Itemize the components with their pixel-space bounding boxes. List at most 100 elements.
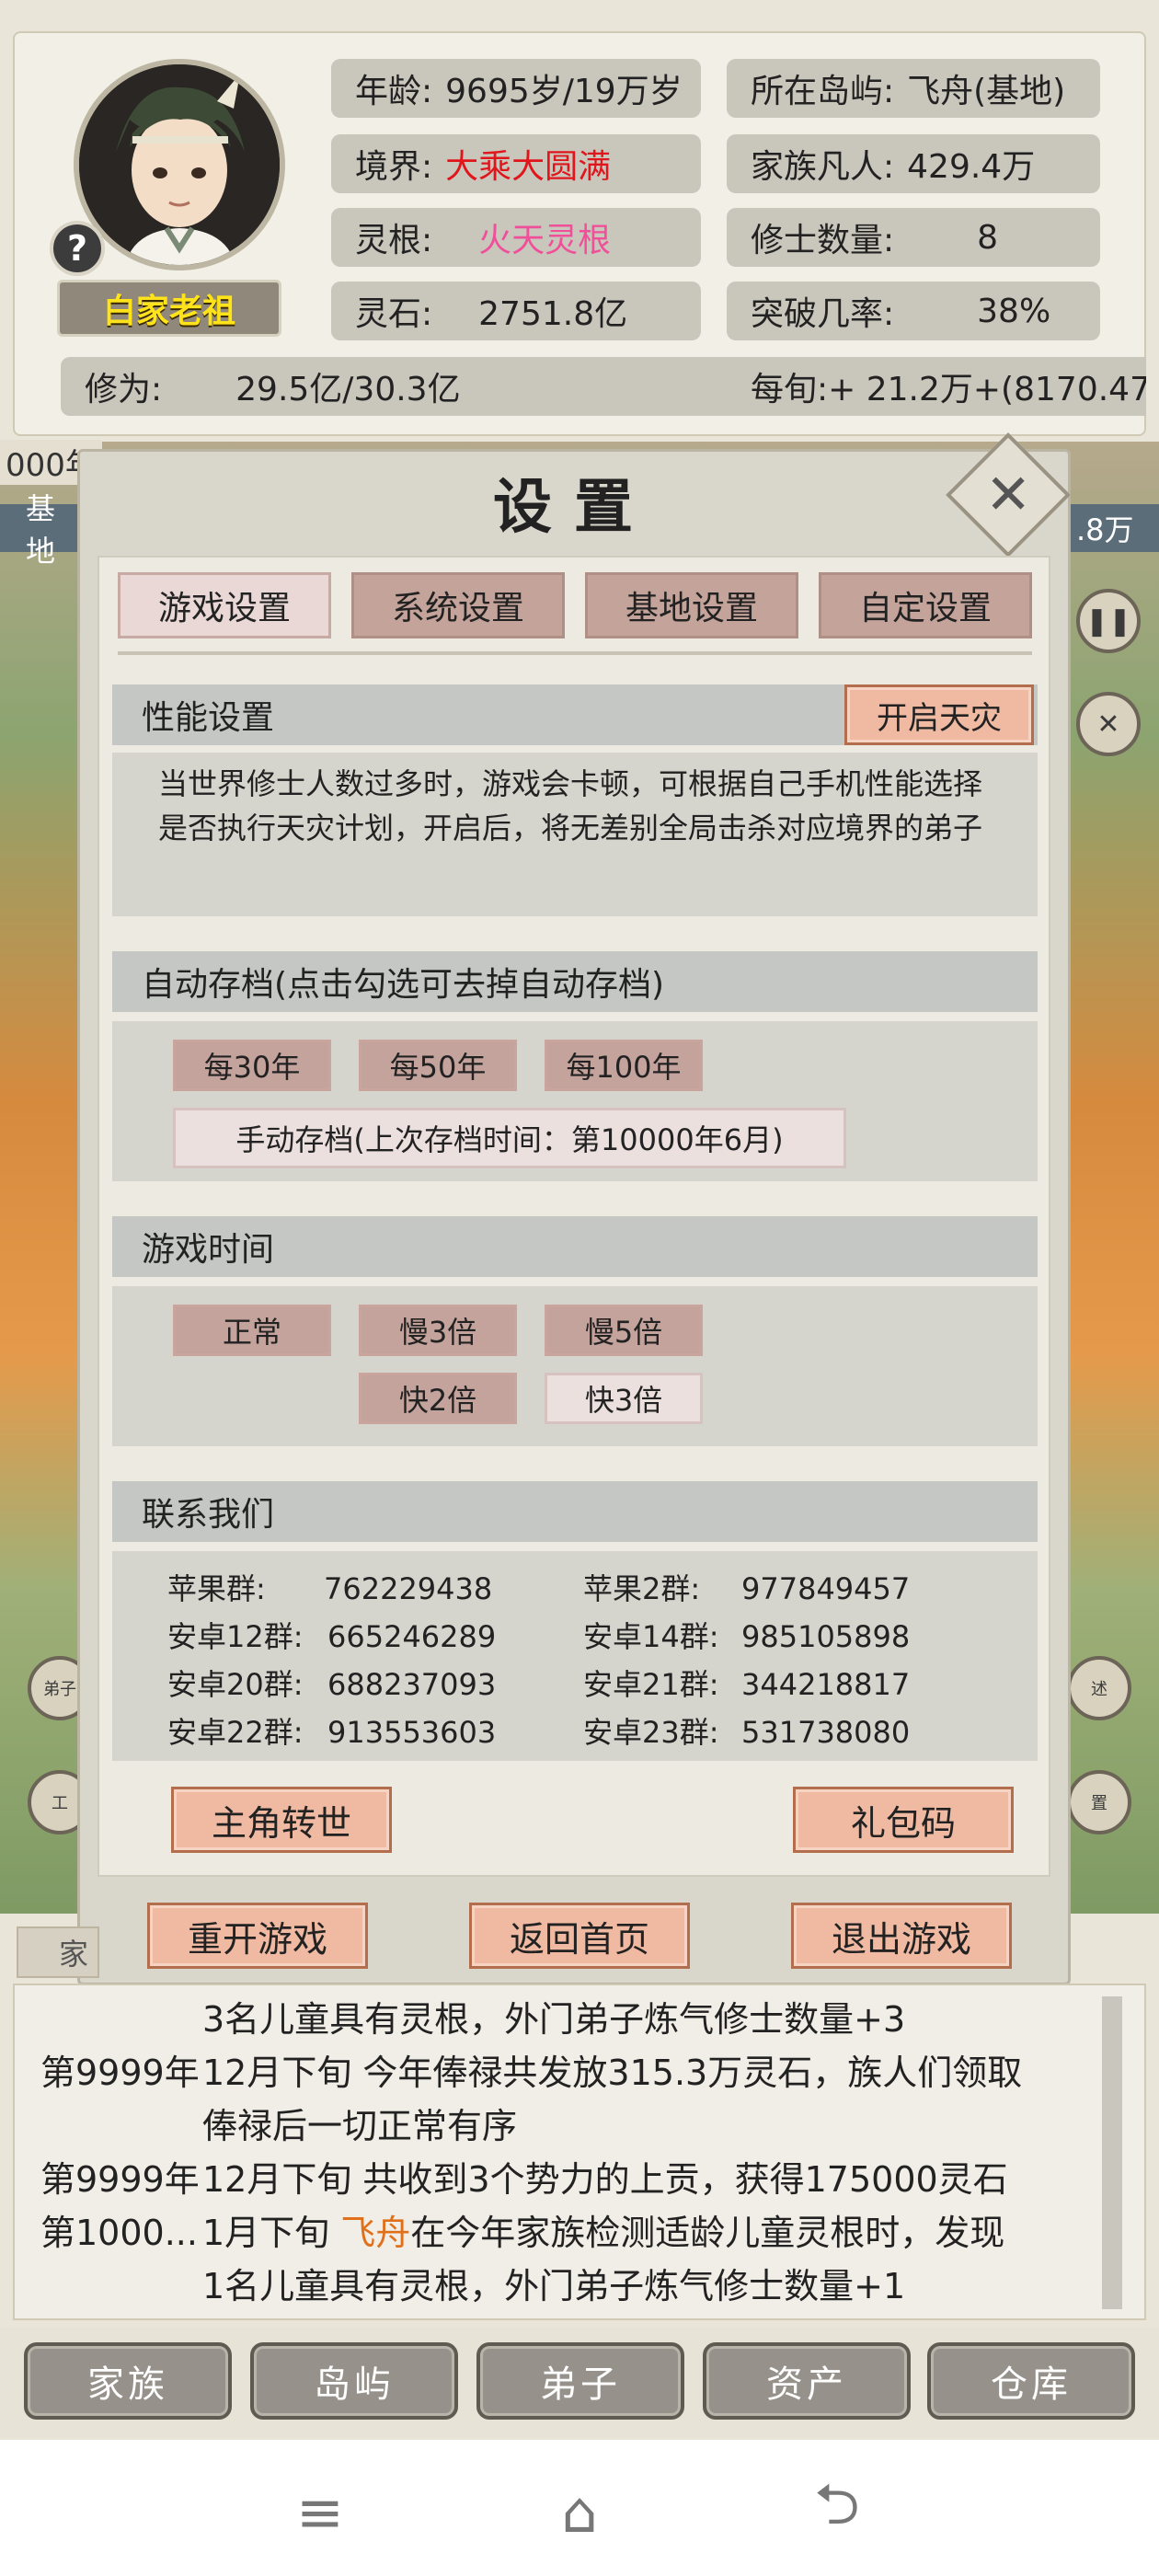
nav-family-button[interactable]: 家族 (24, 2342, 232, 2420)
help-icon[interactable]: ? (50, 221, 105, 276)
contact-group: 苹果2群: 977849457 (583, 1566, 910, 1608)
breakthrough-stat: 突破几率: 38% (727, 282, 1100, 340)
group-name: 安卓20群: (167, 1667, 304, 1702)
log-line: 1月下旬 飞舟在今年家族检测适龄儿童灵根时，发现 (202, 2206, 1004, 2260)
mortals-value: 429.4万 (907, 148, 1036, 186)
contact-group: 安卓14群: 985105898 (583, 1614, 910, 1656)
settings-side-label: 置 (1091, 1794, 1107, 1813)
mortals-stat: 家族凡人: 429.4万 (727, 134, 1100, 193)
breakthrough-value: 38% (977, 292, 1051, 330)
base-tag-left: 基地 (0, 491, 79, 569)
reincarnate-button[interactable]: 主角转世 (171, 1787, 392, 1853)
speed-slow5-button[interactable]: 慢5倍 (545, 1305, 703, 1356)
root-label: 灵根: (355, 222, 433, 259)
group-name: 苹果群: (167, 1571, 266, 1606)
autosave-30-button[interactable]: 每30年 (173, 1040, 331, 1091)
settings-title: 设置 (493, 473, 655, 542)
work-side-label: 工 (52, 1794, 68, 1813)
contact-group: 安卓21群: 344218817 (583, 1662, 910, 1704)
realm-value: 大乘大圆满 (445, 148, 612, 186)
speed-fast2-button[interactable]: 快2倍 (359, 1373, 517, 1424)
tab-game-settings[interactable]: 游戏设置 (118, 572, 331, 638)
realm-label: 境界: (355, 148, 433, 186)
nav-disciple-button[interactable]: 弟子 (476, 2342, 684, 2420)
stones-label: 灵石: (355, 295, 433, 333)
contact-group: 安卓23群: 531738080 (583, 1709, 910, 1752)
family-log-tab[interactable]: 家 (17, 1926, 99, 1978)
close-map-icon[interactable]: ✕ (1076, 692, 1141, 756)
group-id: 688237093 (327, 1667, 497, 1702)
return-home-button[interactable]: 返回首页 (469, 1903, 690, 1969)
contact-group: 安卓12群: 665246289 (167, 1614, 496, 1656)
gift-code-button[interactable]: 礼包码 (793, 1787, 1014, 1853)
home-icon[interactable]: ⌂ (543, 2475, 616, 2548)
mortals-label: 家族凡人: (751, 148, 895, 186)
exit-game-button[interactable]: 退出游戏 (791, 1903, 1012, 1969)
autosave-50-button[interactable]: 每50年 (359, 1040, 517, 1091)
log-text: 在今年家族检测适龄儿童灵根时，发现 (410, 2213, 1005, 2253)
pause-icon[interactable]: ❚❚ (1076, 589, 1141, 653)
nav-warehouse-button[interactable]: 仓库 (927, 2342, 1135, 2420)
speed-normal-button[interactable]: 正常 (173, 1305, 331, 1356)
log-line: 3名儿童具有灵根，外门弟子炼气修士数量+3 (202, 1999, 906, 2040)
speed-fast3-button[interactable]: 快3倍 (545, 1373, 703, 1424)
restart-game-button[interactable]: 重开游戏 (147, 1903, 368, 1969)
island-value: 飞舟(基地) (907, 73, 1066, 110)
stones-value: 2751.8亿 (478, 295, 628, 333)
contact-group: 苹果群: 762229438 (167, 1566, 492, 1608)
breakthrough-label: 突破几率: (751, 295, 895, 333)
per-period-gain: 每旬:+ 21.2万+(8170.47% (751, 371, 1146, 408)
root-stat: 灵根: 火天灵根 (331, 208, 701, 267)
menu-icon[interactable]: ≡ (283, 2475, 357, 2548)
cultivation-value: 29.5亿/30.3亿 (235, 371, 461, 408)
island-label: 所在岛屿: (751, 73, 895, 110)
group-name: 安卓12群: (167, 1619, 304, 1654)
contact-group: 安卓20群: 688237093 (167, 1662, 496, 1704)
enable-disaster-button[interactable]: 开启天灾 (844, 684, 1034, 745)
log-highlight-location[interactable]: 飞舟 (340, 2213, 410, 2253)
tab-base-settings[interactable]: 基地设置 (585, 572, 798, 638)
age-stat: 年龄: 9695岁/19万岁 (331, 59, 701, 118)
group-name: 安卓14群: (583, 1619, 719, 1654)
performance-description: 当世界修士人数过多时，游戏会卡顿，可根据自己手机性能选择是否执行天灾计划，开启后… (158, 766, 983, 845)
log-date: 第9999年 (40, 2053, 200, 2093)
character-avatar[interactable] (74, 59, 285, 270)
describe-side-button[interactable]: 述 (1067, 1656, 1131, 1720)
cultivation-stat: 修为: 29.5亿/30.3亿 每旬:+ 21.2万+(8170.47% (61, 357, 1146, 416)
group-name: 苹果2群: (583, 1571, 701, 1606)
group-id: 531738080 (741, 1715, 911, 1750)
log-line: 12月下旬 共收到3个势力的上贡，获得175000灵石 (202, 2159, 1008, 2200)
base-tag-right: .8万 (1071, 504, 1159, 552)
describe-side-label: 述 (1091, 1680, 1107, 1699)
close-icon: ✕ (984, 463, 1032, 527)
autosave-header: 自动存档(点击勾选可去掉自动存档) (112, 951, 1038, 1012)
group-name: 安卓22群: (167, 1715, 304, 1750)
group-id: 977849457 (741, 1571, 911, 1606)
avatar-portrait-icon (79, 64, 280, 265)
log-line: 12月下旬 今年俸禄共发放315.3万灵石，族人们领取 (202, 2053, 1023, 2093)
settings-side-button[interactable]: 置 (1067, 1770, 1131, 1834)
back-icon[interactable]: ⮌ (800, 2470, 874, 2548)
tab-divider (118, 651, 1032, 655)
manual-save-button[interactable]: 手动存档(上次存档时间：第10000年6月) (173, 1108, 846, 1168)
cultivation-label: 修为: (85, 371, 163, 408)
group-id: 665246289 (327, 1619, 497, 1654)
game-time-header: 游戏时间 (112, 1216, 1038, 1277)
group-name: 安卓23群: (583, 1715, 719, 1750)
nav-assets-button[interactable]: 资产 (703, 2342, 911, 2420)
group-name: 安卓21群: (583, 1667, 719, 1702)
tab-custom-settings[interactable]: 自定设置 (819, 572, 1032, 638)
tab-system-settings[interactable]: 系统设置 (351, 572, 565, 638)
group-id: 344218817 (741, 1667, 911, 1702)
group-id: 762229438 (324, 1571, 493, 1606)
log-time: 1月下旬 (202, 2213, 341, 2253)
speed-slow3-button[interactable]: 慢3倍 (359, 1305, 517, 1356)
cultivators-value: 8 (977, 218, 999, 257)
nav-island-button[interactable]: 岛屿 (250, 2342, 458, 2420)
contact-group: 安卓22群: 913553603 (167, 1709, 496, 1752)
autosave-100-button[interactable]: 每100年 (545, 1040, 703, 1091)
root-value: 火天灵根 (478, 222, 612, 259)
age-value: 9695岁/19万岁 (445, 73, 683, 110)
log-line: 1名儿童具有灵根，外门弟子炼气修士数量+1 (202, 2266, 906, 2306)
log-scrollbar[interactable] (1102, 1996, 1122, 2309)
